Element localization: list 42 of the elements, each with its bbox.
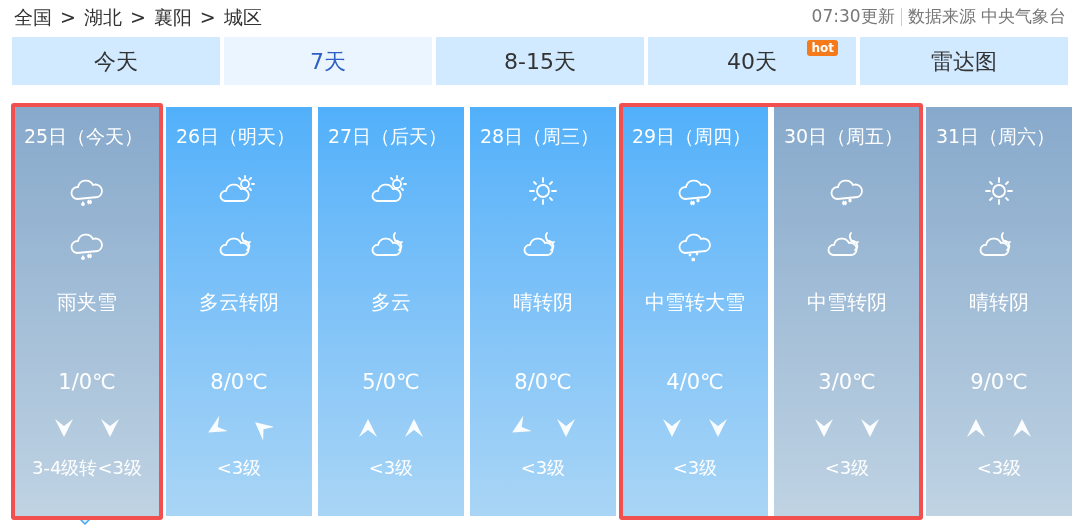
update-time: 07:30更新 bbox=[811, 5, 895, 29]
breadcrumb-separator: > bbox=[60, 4, 76, 30]
wind-level: <3级 bbox=[976, 456, 1022, 480]
weather-description: 雨夹雪 bbox=[57, 288, 117, 316]
hot-badge: hot bbox=[807, 40, 838, 56]
temperature: 9/0℃ bbox=[970, 368, 1028, 396]
tab[interactable]: 8-15天 bbox=[436, 37, 644, 85]
data-source: 数据来源 中央气象台 bbox=[907, 5, 1066, 29]
wind-level: <3级 bbox=[672, 456, 718, 480]
breadcrumb-link[interactable]: 全国 bbox=[14, 2, 52, 32]
temperature: 3/0℃ bbox=[818, 368, 876, 396]
forecast-date: 29日（周四） bbox=[632, 124, 752, 149]
wind-level: <3级 bbox=[216, 456, 262, 480]
weather-description: 晴转阴 bbox=[513, 288, 573, 316]
tab[interactable]: 雷达图 bbox=[860, 37, 1068, 85]
forecast-date: 31日（周六） bbox=[936, 124, 1056, 149]
breadcrumb-link[interactable]: 湖北 bbox=[83, 2, 122, 32]
forecast-date: 28日（周三） bbox=[480, 124, 600, 149]
wind-level: <3级 bbox=[520, 456, 566, 480]
wind-level: <3级 bbox=[368, 456, 414, 480]
wind-level: <3级 bbox=[824, 456, 870, 480]
weather-description: 多云转阴 bbox=[199, 288, 279, 316]
weather-description: 中雪转大雪 bbox=[645, 288, 745, 316]
forecast-date: 27日（后天） bbox=[328, 124, 448, 149]
breadcrumb-separator: > bbox=[199, 4, 216, 30]
weather-description: 晴转阴 bbox=[969, 288, 1029, 316]
temperature: 5/0℃ bbox=[362, 368, 420, 396]
temperature: 8/0℃ bbox=[210, 368, 268, 396]
weather-description: 中雪转阴 bbox=[807, 288, 887, 316]
breadcrumb-link[interactable]: 襄阳 bbox=[153, 2, 192, 32]
forecast-date: 25日（今天） bbox=[24, 124, 144, 149]
tab[interactable]: 7天 bbox=[224, 37, 432, 85]
temperature: 4/0℃ bbox=[666, 368, 724, 396]
wind-level: 3-4级转<3级 bbox=[32, 456, 142, 480]
forecast-date: 30日（周五） bbox=[784, 124, 904, 149]
temperature: 1/0℃ bbox=[58, 368, 116, 396]
weather-description: 多云 bbox=[371, 288, 411, 316]
breadcrumb-link[interactable]: 城区 bbox=[223, 2, 262, 32]
temperature: 8/0℃ bbox=[514, 368, 572, 396]
tab[interactable]: 今天 bbox=[12, 37, 220, 85]
breadcrumb-separator: > bbox=[129, 4, 146, 30]
forecast-date: 26日（明天） bbox=[176, 124, 296, 149]
